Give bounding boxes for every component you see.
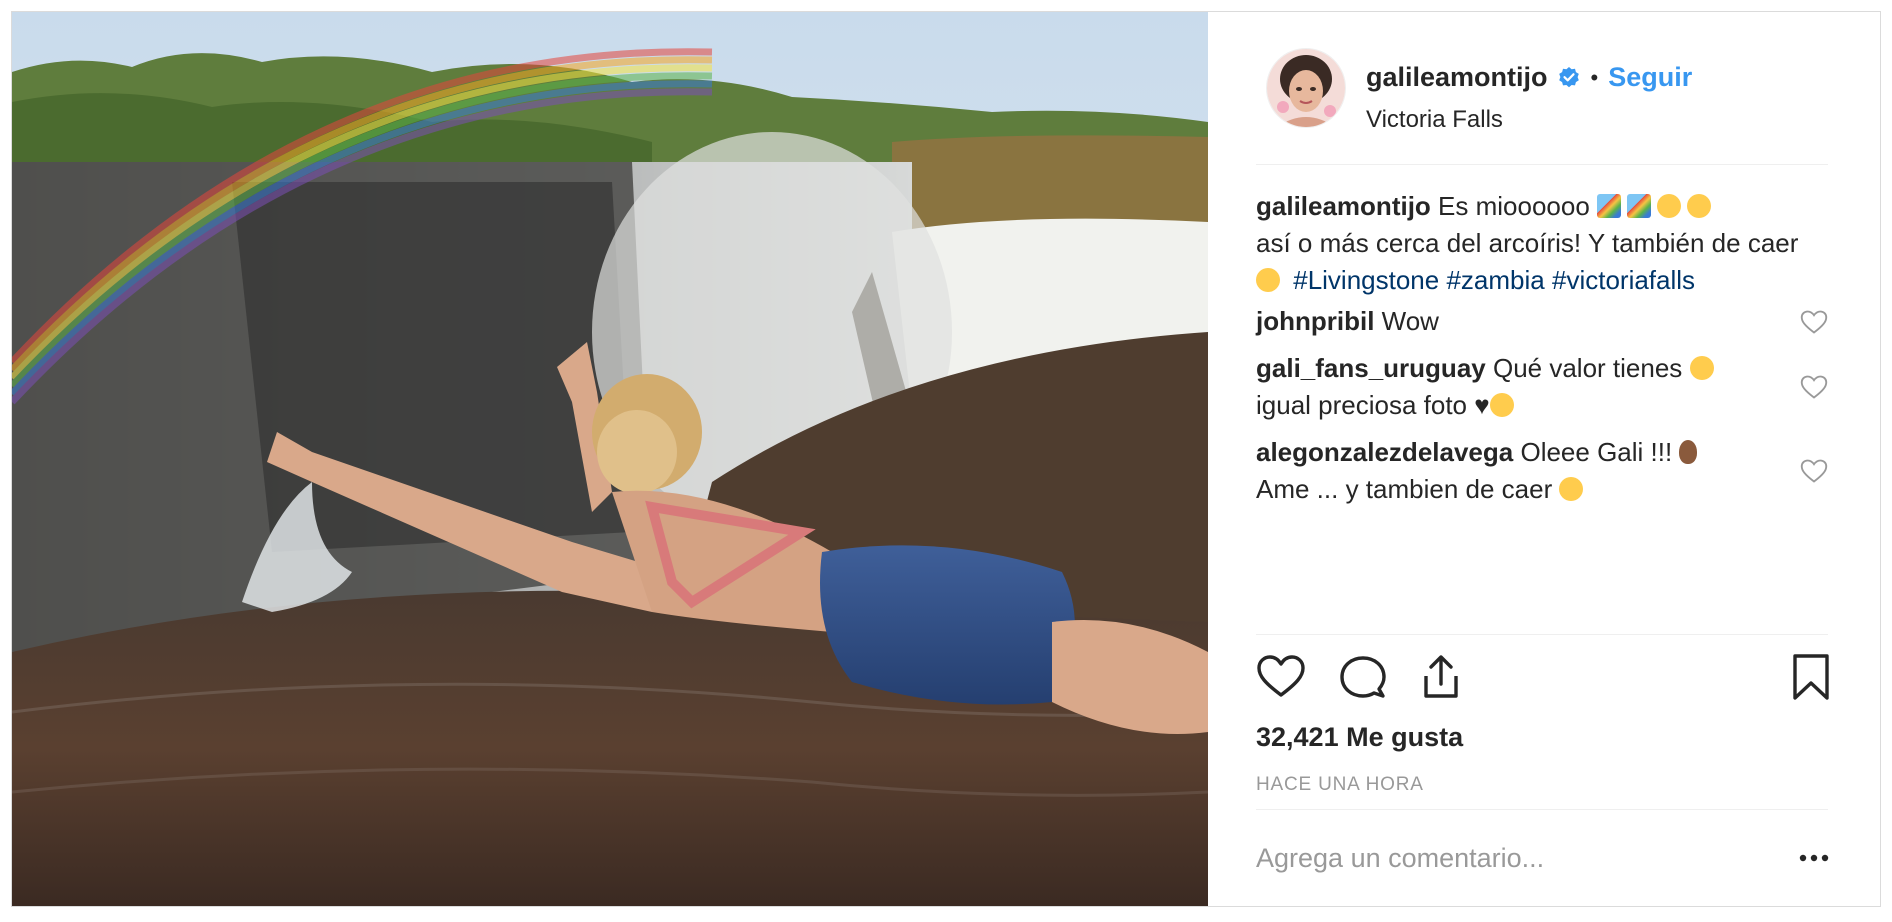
- post-details-panel: galileamontijo • Seguir Victoria Falls g…: [1208, 12, 1880, 906]
- rainbow-emoji: [1627, 194, 1652, 218]
- ok-hand-emoji: [1679, 440, 1698, 464]
- comment-like-heart-icon[interactable]: [1800, 309, 1828, 335]
- hashtag-livingstone[interactable]: #Livingstone: [1293, 265, 1439, 295]
- caption-text-2: así o más cerca del arcoíris! Y también …: [1256, 228, 1799, 258]
- sweat-smile-emoji: [1256, 268, 1280, 292]
- comment-text: Qué valor tienes: [1492, 353, 1683, 383]
- divider: [1256, 164, 1828, 165]
- tears-of-joy-emoji: [1559, 477, 1584, 501]
- comment-username[interactable]: alegonzalezdelavega: [1256, 437, 1513, 467]
- verified-badge-icon: [1558, 66, 1579, 87]
- comment-text: Wow: [1381, 306, 1439, 336]
- follow-button[interactable]: Seguir: [1608, 62, 1692, 93]
- action-bar: [1256, 652, 1829, 710]
- like-heart-icon[interactable]: [1256, 652, 1306, 702]
- waterfall-photo: [12, 12, 1208, 906]
- divider: [1256, 634, 1828, 635]
- hashtag-victoriafalls[interactable]: #victoriafalls: [1552, 265, 1695, 295]
- avatar[interactable]: [1266, 48, 1346, 128]
- comment-username[interactable]: johnpribil: [1256, 306, 1374, 336]
- post-photo[interactable]: [12, 12, 1208, 906]
- divider: [1256, 809, 1828, 810]
- header-row: galileamontijo • Seguir: [1366, 62, 1692, 93]
- comment-item: gali_fans_uruguay Qué valor tienes igual…: [1256, 350, 1828, 424]
- rainbow-emoji: [1597, 194, 1622, 218]
- comment-text-2: Ame ... y tambien de caer: [1256, 474, 1553, 504]
- heart-eyes-emoji: [1657, 194, 1682, 218]
- post-location[interactable]: Victoria Falls: [1366, 106, 1503, 134]
- share-icon[interactable]: [1416, 652, 1466, 702]
- comment-item: alegonzalezdelavega Oleee Gali !!! Ame .…: [1256, 434, 1828, 508]
- comments-list: galileamontijo Es mioooooo así o más cer…: [1256, 188, 1828, 518]
- hashtag-zambia[interactable]: #zambia: [1446, 265, 1544, 295]
- avatar-image: [1267, 49, 1345, 127]
- likes-count[interactable]: 32,421 Me gusta: [1256, 722, 1463, 753]
- caption-text: Es mioooooo: [1438, 191, 1590, 221]
- comment-text: Oleee Gali !!!: [1520, 437, 1673, 467]
- ellipsis-icon[interactable]: [1796, 840, 1832, 876]
- add-comment-input[interactable]: [1256, 838, 1736, 878]
- post-timestamp: HACE UNA HORA: [1256, 774, 1424, 795]
- heart-eyes-emoji: [1687, 194, 1712, 218]
- post-username[interactable]: galileamontijo: [1366, 62, 1548, 93]
- comment-bubble-icon[interactable]: [1338, 652, 1388, 702]
- comment-text-2: igual preciosa foto ♥: [1256, 390, 1490, 420]
- tears-of-joy-emoji: [1689, 356, 1714, 380]
- comment-item: johnpribil Wow: [1256, 303, 1828, 340]
- heart-eyes-emoji: [1489, 393, 1514, 417]
- comment-username[interactable]: gali_fans_uruguay: [1256, 353, 1486, 383]
- header-separator: •: [1590, 64, 1599, 90]
- post-caption: galileamontijo Es mioooooo así o más cer…: [1256, 188, 1828, 299]
- bookmark-icon[interactable]: [1786, 652, 1836, 702]
- comment-like-heart-icon[interactable]: [1800, 458, 1828, 484]
- comment-like-heart-icon[interactable]: [1800, 374, 1828, 400]
- caption-username[interactable]: galileamontijo: [1256, 191, 1431, 221]
- post-header: galileamontijo • Seguir Victoria Falls: [1256, 48, 1828, 140]
